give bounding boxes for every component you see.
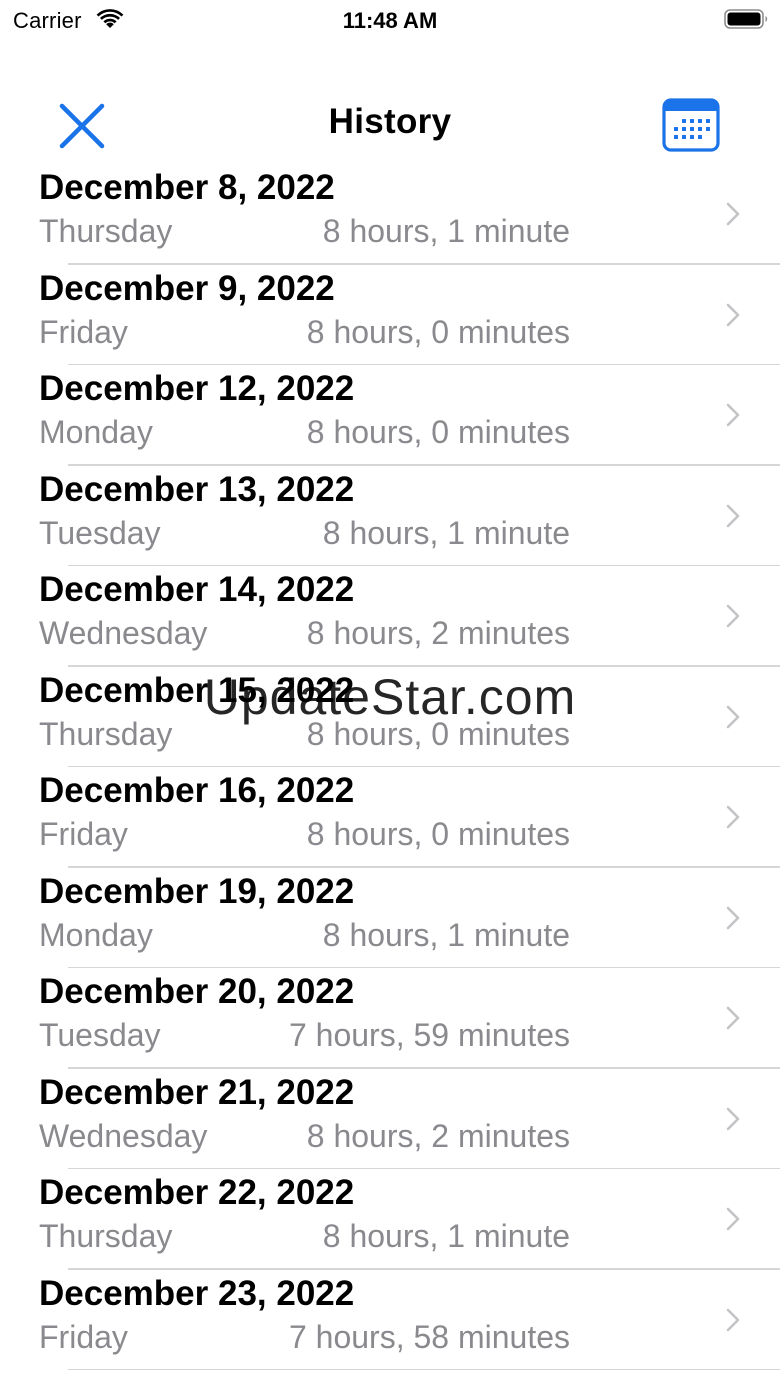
chevron-right-icon: [726, 1006, 740, 1030]
list-item-weekday: Friday: [39, 313, 128, 350]
history-list-content: December 8, 2022 Thursday 8 hours, 1 min…: [0, 170, 780, 1370]
calendar-button[interactable]: [656, 92, 726, 158]
list-item[interactable]: December 19, 2022 Monday 8 hours, 1 minu…: [0, 868, 780, 969]
list-item-weekday: Tuesday: [39, 1017, 161, 1053]
chevron-right-icon: [726, 403, 740, 427]
list-item[interactable]: December 15, 2022 Thursday 8 hours, 0 mi…: [0, 667, 780, 768]
list-item-duration: 8 hours, 2 minutes: [306, 615, 570, 651]
list-item-duration: 8 hours, 0 minutes: [306, 715, 570, 752]
chevron-right-icon: [726, 906, 740, 929]
list-item-date: December 8, 2022: [39, 170, 335, 207]
list-item-weekday: Friday: [39, 816, 128, 852]
list-item-date: December 15, 2022: [39, 670, 355, 710]
list-item-date: December 21, 2022: [39, 1072, 355, 1112]
chevron-right-icon: [726, 1308, 740, 1331]
chevron-right-icon: [726, 1207, 740, 1231]
chevron-right-icon: [726, 805, 740, 829]
list-item-weekday: Thursday: [39, 213, 173, 249]
battery-icon: [724, 9, 768, 29]
navigation-bar: History: [0, 80, 780, 170]
list-item[interactable]: December 21, 2022 Wednesday 8 hours, 2 m…: [0, 1069, 780, 1170]
list-item-date: December 14, 2022: [39, 570, 355, 609]
list-item-date: December 12, 2022: [39, 369, 355, 408]
list-item-weekday: Thursday: [39, 1218, 173, 1254]
chevron-right-icon: [726, 303, 740, 326]
list-item[interactable]: December 23, 2022 Friday 7 hours, 58 min…: [0, 1270, 780, 1371]
list-item[interactable]: December 8, 2022 Thursday 8 hours, 1 min…: [0, 170, 780, 265]
status-time: 11:48 AM: [342, 8, 438, 33]
list-item-duration: 7 hours, 58 minutes: [288, 1318, 570, 1355]
list-item[interactable]: December 14, 2022 Wednesday 8 hours, 2 m…: [0, 566, 780, 667]
chevron-right-icon: [726, 705, 740, 728]
chevron-right-icon: [726, 604, 740, 628]
list-item-weekday: Friday: [39, 1318, 128, 1355]
list-item-date: December 19, 2022: [39, 871, 355, 911]
list-item-date: December 16, 2022: [39, 771, 355, 810]
list-item-duration: 8 hours, 1 minute: [322, 1218, 570, 1254]
list-item-date: December 22, 2022: [39, 1173, 355, 1212]
list-item[interactable]: December 13, 2022 Tuesday 8 hours, 1 min…: [0, 466, 780, 567]
list-item-duration: 8 hours, 1 minute: [322, 916, 570, 953]
list-item-duration: 7 hours, 59 minutes: [288, 1017, 570, 1053]
list-item-duration: 8 hours, 0 minutes: [306, 816, 570, 852]
list-item[interactable]: December 16, 2022 Friday 8 hours, 0 minu…: [0, 767, 780, 868]
chevron-right-icon: [726, 202, 740, 226]
status-bar: Carrier 11:48 AM: [0, 0, 780, 40]
history-screen: Carrier 11:48 AM History December 8, 202…: [0, 0, 780, 1387]
list-item-date: December 20, 2022: [39, 972, 355, 1011]
list-item[interactable]: December 9, 2022 Friday 8 hours, 0 minut…: [0, 265, 780, 366]
list-item[interactable]: December 12, 2022 Monday 8 hours, 0 minu…: [0, 365, 780, 466]
list-item-date: December 13, 2022: [39, 469, 355, 509]
list-item-weekday: Wednesday: [39, 615, 208, 651]
list-item[interactable]: December 22, 2022 Thursday 8 hours, 1 mi…: [0, 1169, 780, 1270]
list-item-date: December 23, 2022: [39, 1273, 355, 1313]
list-item-duration: 8 hours, 0 minutes: [306, 414, 570, 450]
list-item-weekday: Thursday: [39, 715, 173, 752]
list-item-duration: 8 hours, 1 minute: [322, 514, 570, 551]
list-item-weekday: Monday: [39, 916, 153, 953]
list-item-weekday: Monday: [39, 414, 153, 450]
list-item[interactable]: December 20, 2022 Tuesday 7 hours, 59 mi…: [0, 968, 780, 1069]
list-item-duration: 8 hours, 0 minutes: [306, 313, 570, 350]
calendar-icon: [662, 98, 720, 152]
chevron-right-icon: [726, 504, 740, 527]
list-item-date: December 9, 2022: [39, 268, 335, 308]
chevron-right-icon: [726, 1107, 740, 1130]
list-item-duration: 8 hours, 1 minute: [322, 213, 570, 249]
history-list[interactable]: December 8, 2022 Thursday 8 hours, 1 min…: [0, 170, 780, 1387]
list-item-weekday: Tuesday: [39, 514, 161, 551]
list-item-weekday: Wednesday: [39, 1117, 208, 1154]
list-item-duration: 8 hours, 2 minutes: [306, 1117, 570, 1154]
